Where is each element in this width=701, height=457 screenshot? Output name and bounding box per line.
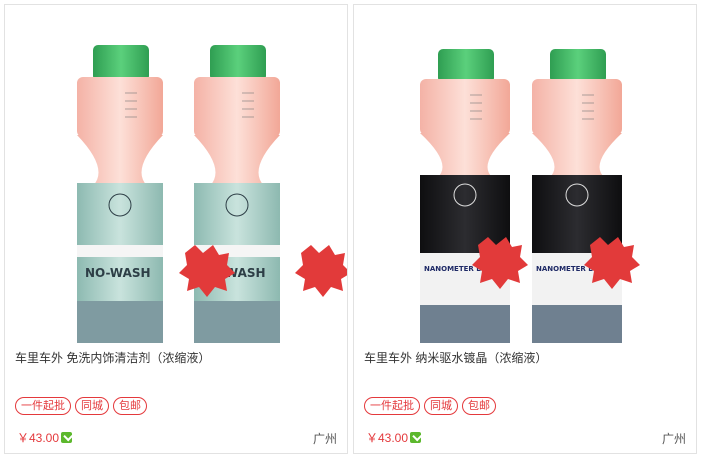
product-title[interactable]: 车里车外 免洗内饰清洁剂（浓缩液） <box>15 349 335 366</box>
bottle-illustration: NO-WASH NO-WASH <box>77 45 347 343</box>
badge-starburst <box>472 237 528 289</box>
location: 广州 <box>312 432 337 446</box>
tag-same-city: 同城 <box>75 397 109 415</box>
bottle-right: NANOMETER DRIVE <box>532 49 622 343</box>
product-card[interactable]: NO-WASH NO-WASH <box>4 4 348 454</box>
price: ￥43.00 <box>366 429 422 446</box>
svg-text:NO-WASH: NO-WASH <box>85 266 151 280</box>
product-card[interactable]: NANOMETER DRIVE NANOMETER DRIVE 车里车外 纳米驱… <box>353 4 697 454</box>
product-image[interactable]: NANOMETER DRIVE NANOMETER DRIVE <box>354 5 696 343</box>
tag-free-shipping: 包邮 <box>462 397 496 415</box>
price-value: ￥43.00 <box>366 431 409 445</box>
badge-starburst <box>295 245 347 297</box>
tag-free-shipping: 包邮 <box>113 397 147 415</box>
tag-list: 一件起批 同城 包邮 <box>364 397 496 415</box>
tag-same-city: 同城 <box>424 397 458 415</box>
location: 广州 <box>661 432 686 446</box>
badge-starburst <box>584 237 640 289</box>
bottle-left: NO-WASH <box>77 45 163 343</box>
tag-wholesale: 一件起批 <box>15 397 71 415</box>
price-value: ￥43.00 <box>17 431 60 445</box>
tag-list: 一件起批 同城 包邮 <box>15 397 147 415</box>
product-image[interactable]: NO-WASH NO-WASH <box>5 5 347 343</box>
verified-icon <box>410 432 422 443</box>
bottle-right: NO-WASH <box>194 45 280 343</box>
tag-wholesale: 一件起批 <box>364 397 420 415</box>
bottle-illustration: NANOMETER DRIVE NANOMETER DRIVE <box>420 49 640 343</box>
price: ￥43.00 <box>17 429 73 446</box>
verified-icon <box>61 432 73 443</box>
bottle-left: NANOMETER DRIVE <box>420 49 510 343</box>
product-title[interactable]: 车里车外 纳米驱水镀晶（浓缩液） <box>364 349 684 366</box>
